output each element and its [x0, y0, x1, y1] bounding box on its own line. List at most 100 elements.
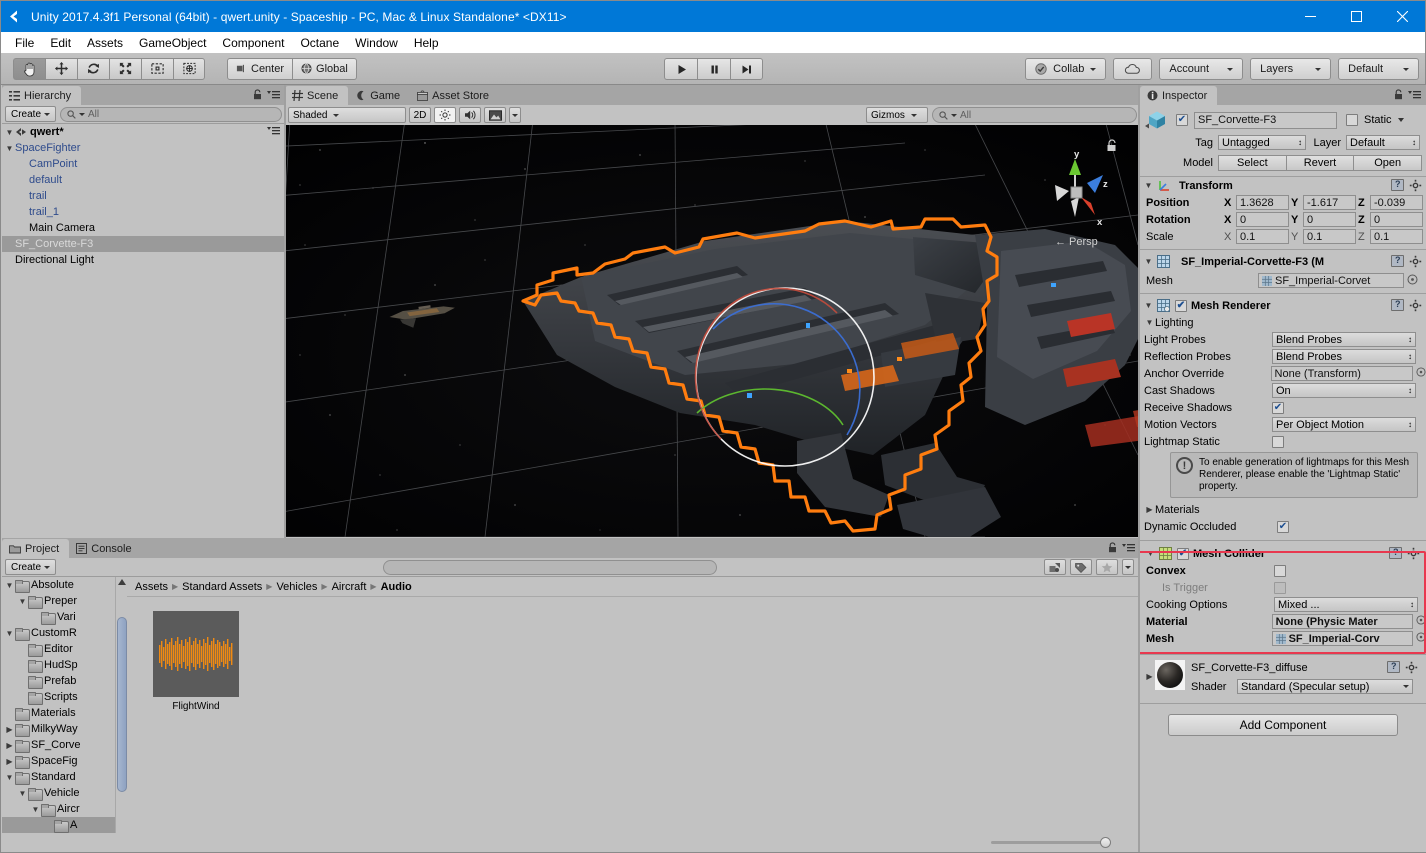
maximize-button[interactable]	[1333, 1, 1379, 32]
mesh-filter-component-header[interactable]: SF_Imperial-Corvette-F3 (M	[1140, 253, 1426, 270]
slider-knob[interactable]	[1100, 837, 1111, 848]
field-checkbox[interactable]	[1274, 564, 1286, 577]
chevron-down-icon[interactable]	[1397, 118, 1404, 122]
hierarchy-create-button[interactable]: Create	[5, 106, 57, 122]
lock-icon[interactable]	[253, 88, 262, 103]
scene-fx-dropdown[interactable]	[509, 107, 521, 123]
chevron-down-icon[interactable]	[4, 581, 15, 590]
gear-icon[interactable]	[1409, 179, 1422, 192]
chevron-down-icon[interactable]	[1144, 318, 1155, 327]
field-dropdown[interactable]: Blend Probes ↕	[1272, 349, 1416, 364]
tag-dropdown[interactable]: Untagged ↕	[1218, 135, 1306, 150]
space-toggle[interactable]: Global	[293, 57, 357, 80]
transform-rotation-x-input[interactable]: 0	[1236, 212, 1289, 227]
shader-dropdown[interactable]: Standard (Specular setup)	[1237, 679, 1413, 694]
project-tree-item[interactable]: Standard	[2, 769, 115, 785]
project-tree-item[interactable]: Aircr	[2, 801, 115, 817]
move-tool-button[interactable]	[45, 57, 77, 80]
step-button[interactable]	[730, 58, 763, 80]
scene-lighting-toggle[interactable]	[434, 107, 456, 123]
gear-icon[interactable]	[1409, 299, 1422, 312]
label-filter-icon[interactable]	[1070, 559, 1092, 575]
tab-inspector[interactable]: Inspector	[1140, 86, 1218, 105]
project-tree-item[interactable]: Vari	[2, 609, 115, 625]
object-picker-icon[interactable]	[1416, 615, 1426, 628]
hierarchy-item[interactable]: trail_1	[2, 204, 285, 220]
chevron-down-icon[interactable]	[1143, 181, 1154, 190]
scene-2d-toggle[interactable]: 2D	[409, 107, 431, 123]
transform-scale-z-input[interactable]: 0.1	[1370, 229, 1423, 244]
static-checkbox[interactable]	[1346, 114, 1358, 126]
lock-icon[interactable]	[1394, 88, 1403, 103]
project-tree-item[interactable]: SpaceFig	[2, 753, 115, 769]
chevron-down-icon[interactable]	[4, 144, 15, 153]
gear-icon[interactable]	[1405, 661, 1418, 674]
transform-scale-x-input[interactable]: 0.1	[1236, 229, 1289, 244]
mesh-filter-mesh-field[interactable]: SF_Imperial-Corvet	[1258, 273, 1404, 288]
project-tree-item[interactable]: SF_Corve	[2, 737, 115, 753]
transform-scale-y-input[interactable]: 0.1	[1303, 229, 1356, 244]
help-icon[interactable]	[1387, 661, 1400, 673]
mesh-renderer-enabled-checkbox[interactable]	[1175, 299, 1187, 312]
hierarchy-item[interactable]: Directional Light	[2, 252, 285, 268]
object-picker-icon[interactable]	[1407, 274, 1418, 288]
menu-window[interactable]: Window	[347, 34, 406, 52]
project-tree-item[interactable]: Scripts	[2, 689, 115, 705]
scene-inspector-splitter[interactable]	[1138, 85, 1140, 852]
object-picker-icon[interactable]	[1416, 367, 1426, 380]
field-dropdown[interactable]: Mixed ... ↕	[1274, 597, 1418, 612]
panel-menu-icon[interactable]	[1408, 90, 1421, 102]
pause-button[interactable]	[697, 58, 730, 80]
hierarchy-item[interactable]: SpaceFighter	[2, 140, 285, 156]
transform-tool-button[interactable]	[173, 57, 205, 80]
chevron-down-icon[interactable]	[4, 629, 15, 638]
project-tree-item[interactable]: Materials	[2, 705, 115, 721]
hierarchy-scene-row[interactable]: qwert*	[2, 124, 285, 140]
scale-tool-button[interactable]	[109, 57, 141, 80]
chevron-down-icon[interactable]	[1145, 549, 1156, 558]
model-open-button[interactable]: Open	[1354, 154, 1423, 171]
chevron-right-icon[interactable]	[4, 725, 15, 734]
field-dropdown[interactable]: Per Object Motion ↕	[1272, 417, 1416, 432]
rotate-tool-button[interactable]	[77, 57, 109, 80]
menu-gameobject[interactable]: GameObject	[131, 34, 214, 52]
project-tree-item[interactable]: Prefab	[2, 673, 115, 689]
chevron-down-icon[interactable]	[4, 773, 15, 782]
project-tree-item[interactable]: HudSp	[2, 657, 115, 673]
project-tree-item[interactable]: Preper	[2, 593, 115, 609]
transform-position-z-input[interactable]: -0.039	[1370, 195, 1423, 210]
menu-octane[interactable]: Octane	[292, 34, 347, 52]
scroll-thumb[interactable]	[117, 617, 127, 792]
tab-scene[interactable]: Scene	[285, 86, 349, 105]
menu-edit[interactable]: Edit	[42, 34, 79, 52]
project-search-input[interactable]	[383, 559, 717, 575]
menu-help[interactable]: Help	[406, 34, 447, 52]
cloud-button[interactable]	[1113, 58, 1153, 80]
chevron-right-icon[interactable]	[4, 741, 15, 750]
hierarchy-search-input[interactable]: All	[60, 106, 282, 122]
collab-button[interactable]: Collab	[1025, 58, 1107, 80]
project-tree-item[interactable]: A	[2, 817, 115, 833]
menu-component[interactable]: Component	[214, 34, 292, 52]
layer-dropdown[interactable]: Default ↕	[1346, 135, 1420, 150]
tab-asset-store[interactable]: Asset Store	[410, 86, 500, 105]
chevron-down-icon[interactable]	[17, 789, 28, 798]
project-tree-item[interactable]: Vehicle	[2, 785, 115, 801]
chevron-down-icon[interactable]	[1143, 257, 1154, 266]
chevron-down-icon[interactable]	[17, 597, 28, 606]
gameobject-enabled-checkbox[interactable]	[1176, 114, 1188, 126]
field-dropdown[interactable]: Blend Probes ↕	[1272, 332, 1416, 347]
gizmos-dropdown[interactable]: Gizmos	[866, 107, 928, 123]
favorite-icon[interactable]	[1096, 559, 1118, 575]
gear-icon[interactable]	[1407, 547, 1420, 560]
field-object-reference[interactable]: SF_Imperial-Corv	[1271, 631, 1413, 646]
hand-tool-button[interactable]	[13, 57, 45, 80]
hierarchy-item[interactable]: default	[2, 172, 285, 188]
asset-item[interactable]: FlightWind	[153, 611, 239, 712]
chevron-down-icon[interactable]	[4, 128, 15, 137]
mesh-renderer-component-header[interactable]: Mesh Renderer	[1140, 297, 1426, 314]
panel-menu-icon[interactable]	[267, 90, 280, 102]
project-tree-scrollbar[interactable]	[115, 577, 127, 851]
help-icon[interactable]	[1391, 299, 1404, 311]
model-revert-button[interactable]: Revert	[1286, 154, 1355, 171]
